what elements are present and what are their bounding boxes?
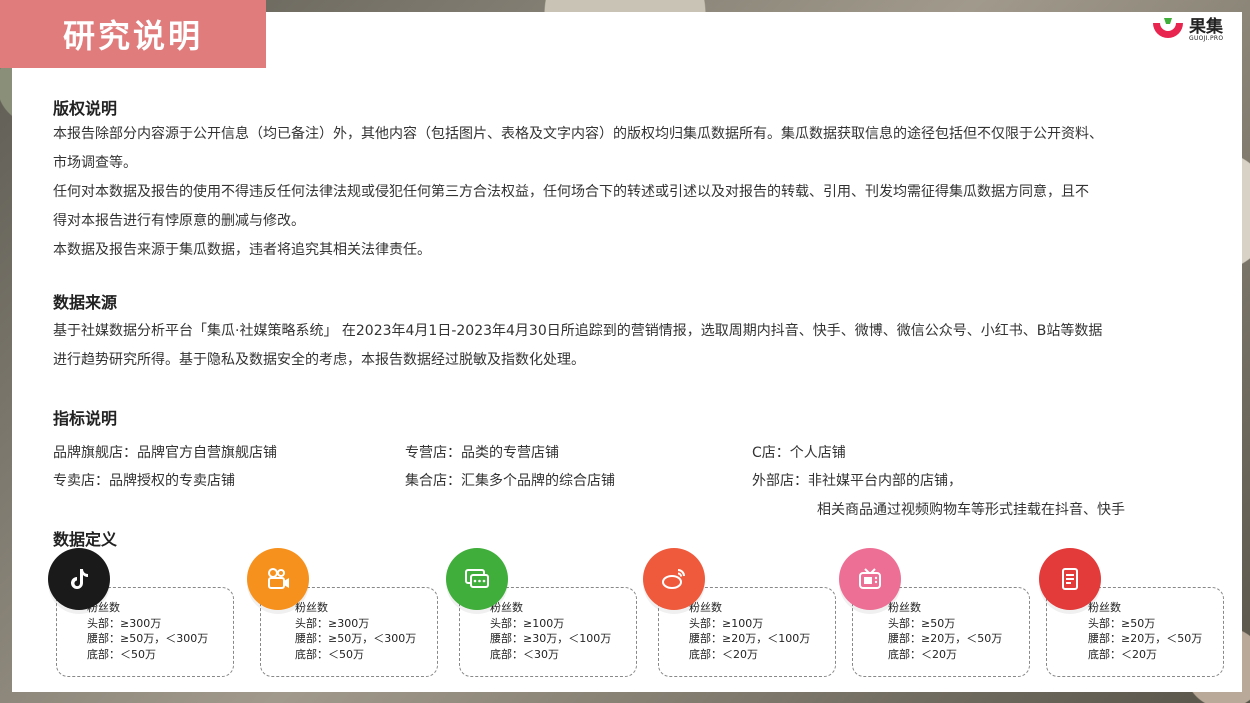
brand-logo: 果集 GUOJI.PRO bbox=[1150, 14, 1235, 46]
bilibili-icon bbox=[839, 548, 901, 610]
logo-text-cn: 果集 bbox=[1189, 16, 1223, 37]
card-metric-label: 粉丝数 bbox=[87, 601, 120, 614]
card-head-tier: 头部：≥50万 bbox=[888, 616, 956, 630]
copyright-line: 本报告除部分内容源于公开信息（均已备注）外，其他内容（包括图片、表格及文字内容）… bbox=[53, 126, 1103, 142]
metric-external-store-note: 相关商品通过视频购物车等形式挂载在抖音、快手 bbox=[817, 502, 1125, 518]
source-line: 基于社媒数据分析平台「集瓜·社媒策略系统」 在2023年4月1日-2023年4月… bbox=[53, 323, 1103, 339]
card-head-tier: 头部：≥50万 bbox=[1088, 616, 1156, 630]
metric-exclusive-store: 专卖店：品牌授权的专卖店铺 bbox=[53, 473, 235, 489]
card-metric-label: 粉丝数 bbox=[689, 601, 722, 614]
logo-text-en: GUOJI.PRO bbox=[1189, 34, 1224, 42]
card-head-tier: 头部：≥100万 bbox=[689, 616, 764, 630]
card-bottom-tier: 底部：＜20万 bbox=[689, 647, 758, 661]
card-waist-tier: 腰部：≥30万，＜100万 bbox=[490, 632, 612, 645]
card-metric-label: 粉丝数 bbox=[1088, 601, 1121, 614]
card-bottom-tier: 底部：＜20万 bbox=[1088, 647, 1157, 661]
card-bottom-tier: 底部：＜50万 bbox=[87, 647, 156, 661]
xiaohongshu-icon bbox=[1039, 548, 1101, 610]
guoji-logo-icon bbox=[1153, 18, 1183, 38]
source-line: 进行趋势研究所得。基于隐私及数据安全的考虑，本报告数据经过脱敏及指数化处理。 bbox=[53, 352, 585, 368]
metric-external-store: 外部店：非社媒平台内部的店铺， bbox=[752, 473, 962, 489]
card-head-tier: 头部：≥300万 bbox=[295, 616, 370, 630]
wechat-icon bbox=[446, 548, 508, 610]
kuaishou-icon bbox=[247, 548, 309, 610]
weibo-icon bbox=[643, 548, 705, 610]
card-waist-tier: 腰部：≥50万，＜300万 bbox=[87, 632, 209, 645]
copyright-heading: 版权说明 bbox=[53, 99, 118, 118]
page-title-tab: 研究说明 bbox=[0, 0, 266, 68]
definitions-heading: 数据定义 bbox=[53, 530, 118, 549]
card-head-tier: 头部：≥300万 bbox=[87, 616, 162, 630]
metric-c-store: C店：个人店铺 bbox=[752, 445, 846, 461]
card-bottom-tier: 底部：＜50万 bbox=[295, 647, 364, 661]
copyright-line: 任何对本数据及报告的使用不得违反任何法律法规或侵犯任何第三方合法权益，任何场合下… bbox=[53, 184, 1089, 200]
card-metric-label: 粉丝数 bbox=[888, 601, 921, 614]
card-bottom-tier: 底部：＜20万 bbox=[888, 647, 957, 661]
card-bottom-tier: 底部：＜30万 bbox=[490, 647, 559, 661]
card-waist-tier: 腰部：≥50万，＜300万 bbox=[295, 632, 417, 645]
source-text: 基于社媒数据分析平台「集瓜·社媒策略系统」 在2023年4月1日-2023年4月… bbox=[53, 317, 1218, 375]
metric-flagship-store: 品牌旗舰店：品牌官方自营旗舰店铺 bbox=[53, 445, 277, 461]
card-waist-tier: 腰部：≥20万，＜50万 bbox=[888, 632, 1003, 645]
douyin-icon bbox=[48, 548, 110, 610]
copyright-text: 本报告除部分内容源于公开信息（均已备注）外，其他内容（包括图片、表格及文字内容）… bbox=[53, 120, 1218, 265]
source-heading: 数据来源 bbox=[53, 293, 118, 312]
metric-collection-store: 集合店：汇集多个品牌的综合店铺 bbox=[405, 473, 615, 489]
card-waist-tier: 腰部：≥20万，＜50万 bbox=[1088, 632, 1203, 645]
card-head-tier: 头部：≥100万 bbox=[490, 616, 565, 630]
card-metric-label: 粉丝数 bbox=[295, 601, 328, 614]
copyright-line: 得对本报告进行有悖原意的删减与修改。 bbox=[53, 213, 305, 229]
metrics-heading: 指标说明 bbox=[53, 409, 118, 428]
card-metric-label: 粉丝数 bbox=[490, 601, 523, 614]
metric-specialty-store: 专营店：品类的专营店铺 bbox=[405, 445, 559, 461]
copyright-line: 本数据及报告来源于集瓜数据，违者将追究其相关法律责任。 bbox=[53, 242, 431, 258]
copyright-line: 市场调查等。 bbox=[53, 155, 137, 171]
card-waist-tier: 腰部：≥20万，＜100万 bbox=[689, 632, 811, 645]
page-title: 研究说明 bbox=[62, 17, 203, 55]
